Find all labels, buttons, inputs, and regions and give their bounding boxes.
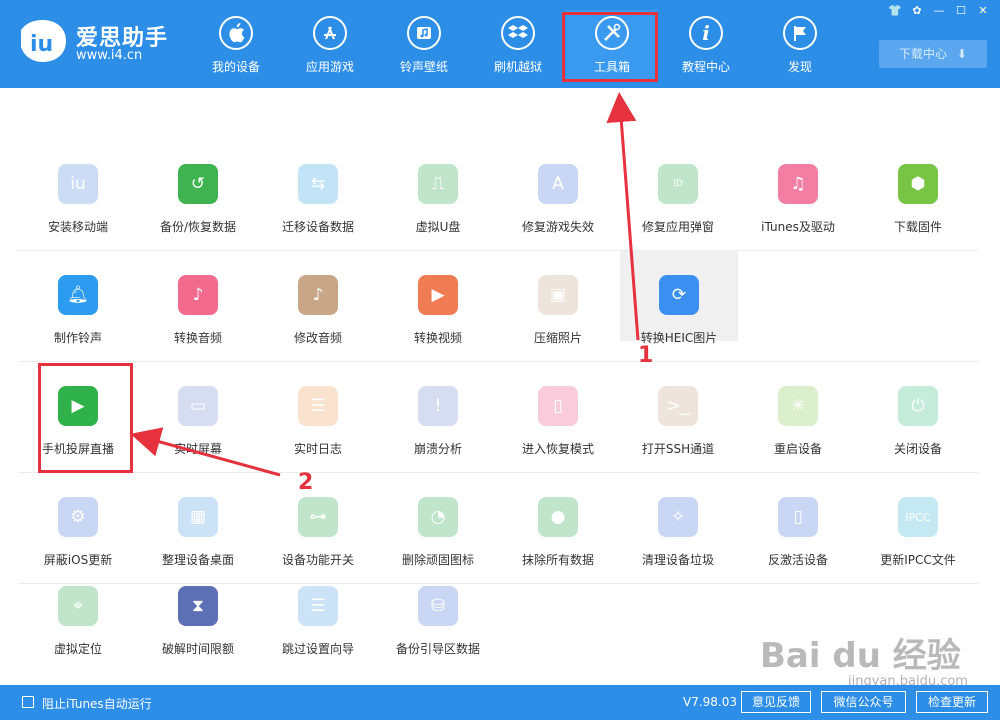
arrow-two: [130, 427, 281, 477]
version-text: V7.98.03: [683, 695, 738, 709]
annotation-number-one: 1: [638, 343, 654, 368]
footer-bar: 阻止iTunes自动运行 V7.98.03 意见反馈 微信公众号 检查更新: [0, 685, 1000, 720]
itunes-autorun-label: 阻止iTunes自动运行: [42, 697, 152, 711]
annotation-arrows: [130, 92, 640, 477]
annotation-number-two: 2: [298, 470, 314, 495]
wechat-button[interactable]: 微信公众号: [821, 691, 906, 713]
itunes-autorun-checkbox[interactable]: [22, 696, 34, 708]
baidu-watermark: Bai du 经验: [760, 636, 961, 676]
app-window: iu 爱思助手 www.i4.cn 我的设备 应用游戏 铃声壁纸 刷机越狱 工具…: [0, 0, 1000, 720]
check-update-button[interactable]: 检查更新: [916, 691, 988, 713]
feedback-button[interactable]: 意见反馈: [741, 691, 811, 713]
arrow-one: [606, 92, 640, 341]
